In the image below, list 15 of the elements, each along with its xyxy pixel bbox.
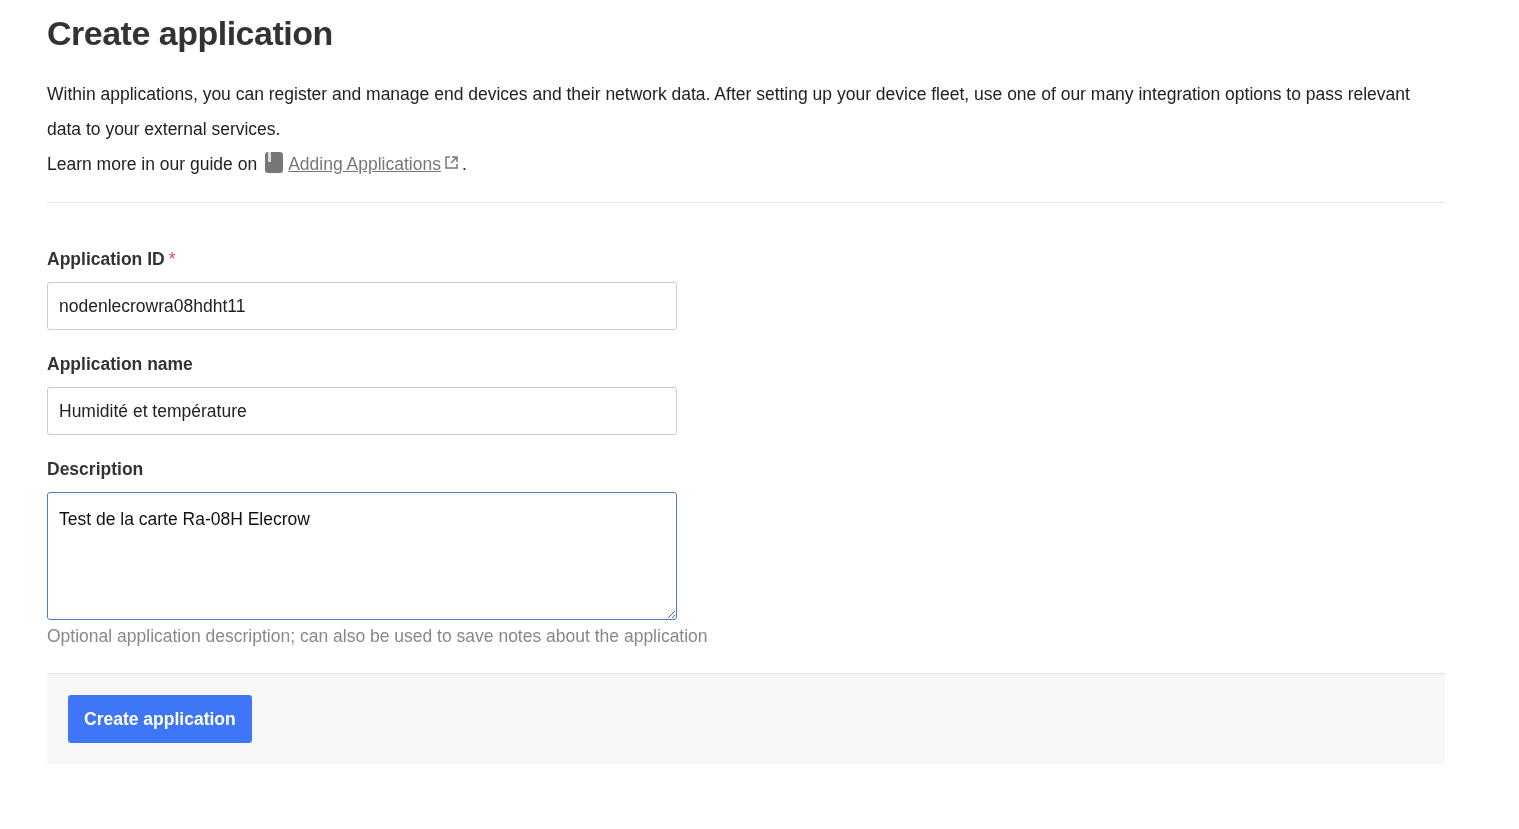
external-link-icon: [443, 155, 459, 170]
field-label: Description: [47, 459, 144, 480]
field-label: Application name: [47, 354, 193, 375]
book-icon: [265, 152, 284, 173]
field-hint: Optional application description; can also be used to save notes about the application: [47, 626, 709, 647]
description-textarea[interactable]: Test de la carte Ra-08H Elecrow: [47, 492, 677, 620]
create-application-button[interactable]: Create application: [68, 695, 252, 743]
intro-text: Within applications, you can register and manage end devices and their network data. After setting up your device fleet, use one of our many integration options to pass relevant data to your external services.: [47, 83, 1411, 141]
required-mark: *: [168, 249, 176, 270]
field-label: Application ID: [47, 249, 165, 270]
page-title: Create application: [47, 14, 334, 53]
guide-link[interactable]: Adding Applications: [288, 154, 441, 174]
guide-text: Learn more in our guide on Adding Applications .: [47, 151, 468, 176]
text-input[interactable]: nodenlecrowra08hdht11: [47, 282, 677, 330]
text-input[interactable]: Humidité et température: [47, 387, 677, 435]
